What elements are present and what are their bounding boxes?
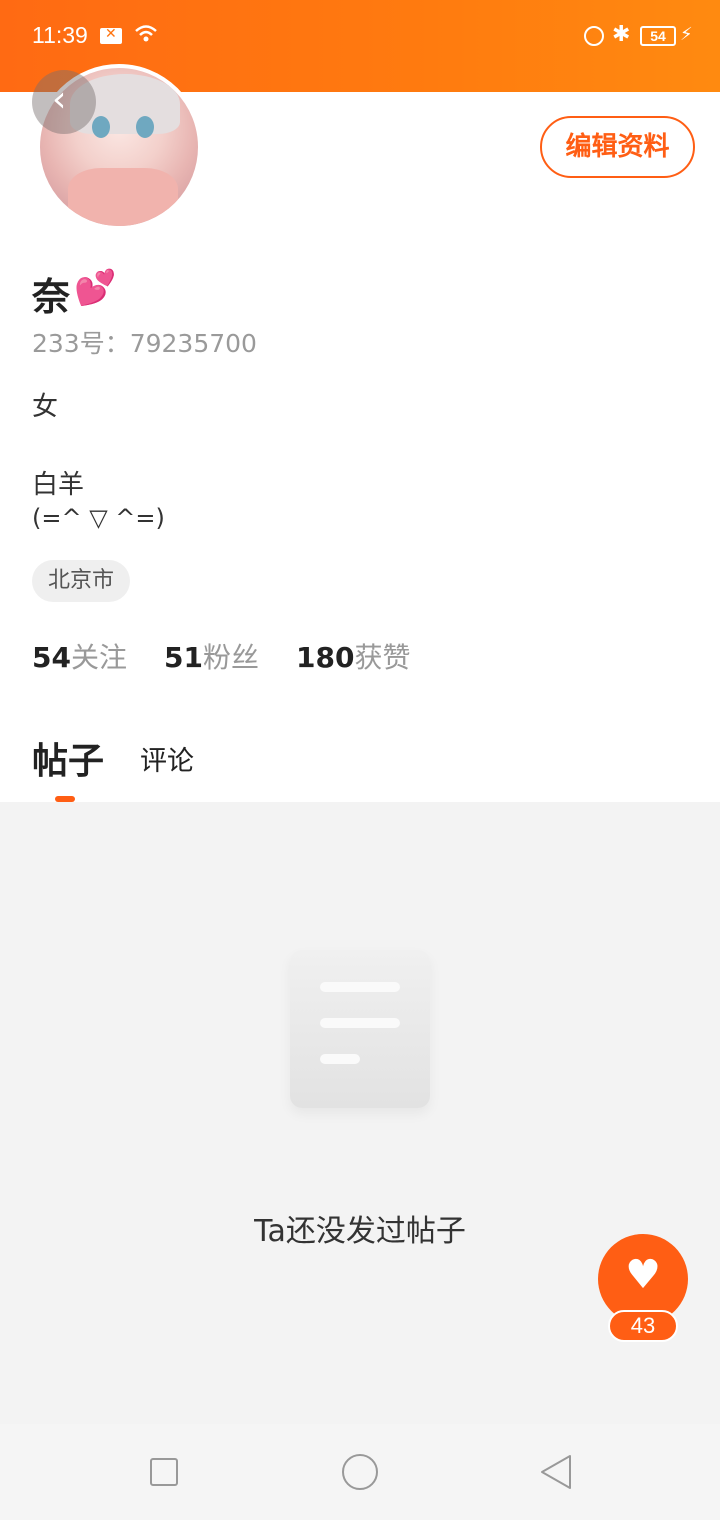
tab-posts[interactable]: 帖子 [32,732,104,784]
bio-line-2: (=^ ▽ ^=) [32,504,165,532]
bluetooth-icon: ✱ [612,22,631,47]
stat-value: 54 [32,641,71,674]
charging-icon: ⚡ [680,24,693,45]
chevron-left-icon: ‹ [52,79,67,120]
username: 奈 [32,275,71,319]
like-count-badge: 43 [608,1310,678,1342]
home-icon[interactable] [342,1454,378,1490]
system-nav-bar [0,1424,720,1520]
avatar-eye [136,116,154,138]
heart-icon: ♥ [625,1252,661,1298]
back-icon[interactable] [540,1454,572,1490]
stat-label: 粉丝 [202,641,259,674]
avatar-eye [92,116,110,138]
stat-value: 180 [296,641,355,674]
two-hearts-emoji: 💕 [74,268,117,308]
stat-label: 获赞 [354,641,411,674]
wifi-icon [135,25,157,42]
empty-state-message: Ta还没发过帖子 [254,1214,466,1249]
avatar-body [68,168,178,226]
gender: 女 [32,392,59,422]
stat-likes[interactable]: 180获赞 [296,636,410,676]
edit-profile-button[interactable]: 编辑资料 [540,116,695,178]
mail-x-icon [100,26,122,44]
stat-following[interactable]: 54关注 [32,636,127,676]
empty-document-icon [290,950,430,1108]
location-tag: 北京市 [32,560,131,602]
lock-rotation-icon [584,26,604,46]
recent-apps-icon[interactable] [150,1458,178,1486]
user-id: 233号：79235700 [32,329,257,358]
stat-value: 51 [164,641,203,674]
stat-fans[interactable]: 51粉丝 [164,636,259,676]
battery-icon: 54 [640,26,676,46]
status-time: 11:39 [32,22,88,48]
bio-line-1: 白羊 [32,470,85,500]
stat-label: 关注 [70,641,127,674]
back-button[interactable]: ‹ [32,70,96,134]
tab-comments[interactable]: 评论 [140,739,194,778]
